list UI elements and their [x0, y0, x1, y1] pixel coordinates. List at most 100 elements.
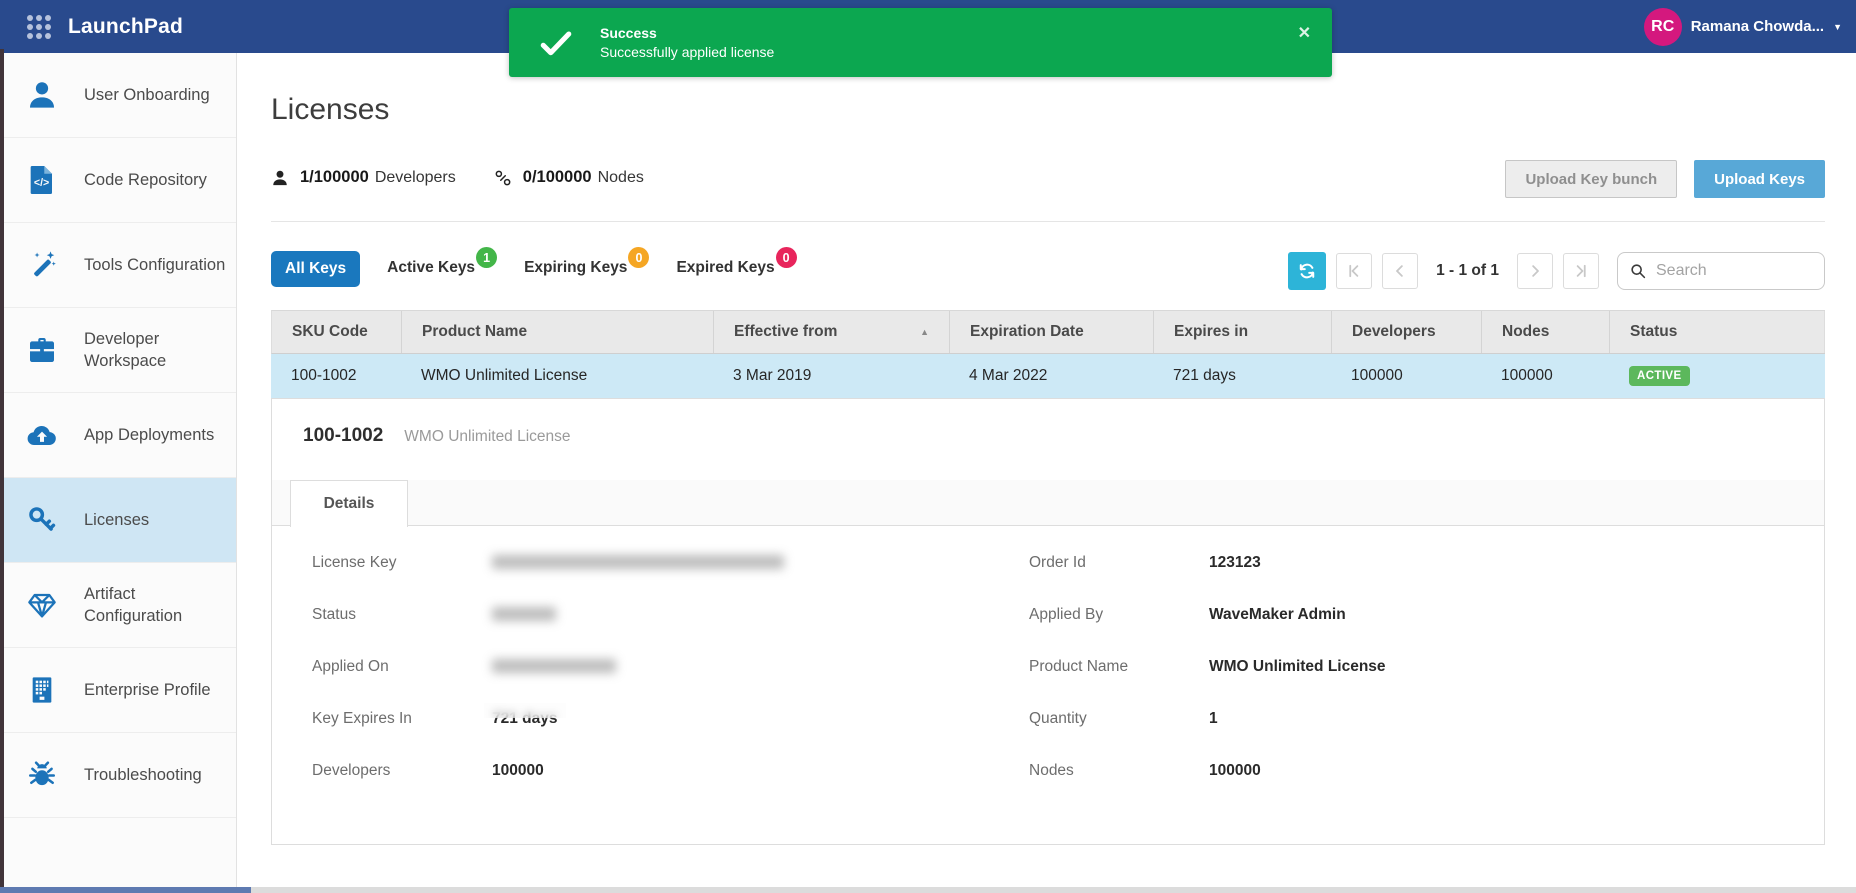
field-nodes: Nodes100000 [1029, 760, 1386, 781]
tools-configuration-icon [26, 249, 58, 281]
last-page-button[interactable] [1563, 253, 1599, 289]
prev-page-button[interactable] [1382, 253, 1418, 289]
apps-grid-icon[interactable] [27, 15, 51, 39]
redacted-value [492, 659, 616, 673]
stat-label: Developers [375, 169, 456, 187]
header-actions: Upload Key bunch Upload Keys [1505, 160, 1825, 198]
tab-all-keys[interactable]: All Keys [271, 251, 360, 287]
column-header-status[interactable]: Status [1610, 311, 1825, 353]
search-box [1617, 252, 1825, 290]
sidebar-item-code-repository[interactable]: </> Code Repository [0, 138, 236, 223]
field-value: 1 [1209, 710, 1218, 728]
table-cell: 4 Mar 2022 [949, 367, 1153, 385]
developers-icon [271, 169, 289, 187]
sidebar-item-label: App Deployments [84, 424, 226, 446]
sidebar-item-enterprise-profile[interactable]: Enterprise Profile [0, 648, 236, 733]
detail-sku: 100-1002 [303, 425, 383, 447]
sidebar-item-label: Code Repository [84, 169, 226, 191]
column-header-expires-in[interactable]: Expires in [1154, 311, 1332, 353]
sidebar-item-tools-configuration[interactable]: Tools Configuration [0, 223, 236, 308]
field-order-id: Order Id123123 [1029, 552, 1386, 573]
redacted-value [492, 607, 556, 621]
column-header-developers[interactable]: Developers [1332, 311, 1482, 353]
redacted-value [492, 555, 784, 569]
search-input[interactable] [1656, 262, 1813, 280]
list-controls: 1 - 1 of 1 [1288, 252, 1825, 290]
artifact-configuration-icon [26, 589, 58, 621]
column-header-sku-code[interactable]: SKU Code [272, 311, 402, 353]
column-header-label: Nodes [1502, 323, 1549, 341]
sidebar-item-user-onboarding[interactable]: User Onboarding [0, 53, 236, 138]
user-menu[interactable]: RC Ramana Chowda... ▼ [1644, 0, 1842, 53]
field-key-expires-in: Key Expires In721 days [312, 708, 784, 729]
toast-success: Success Successfully applied license ✕ [509, 8, 1332, 77]
troubleshooting-icon [26, 759, 58, 791]
field-label: Applied On [312, 658, 492, 676]
toast-title: Success [600, 24, 774, 43]
field-value [492, 554, 784, 572]
sidebar-item-label: Tools Configuration [84, 254, 226, 276]
horizontal-scrollbar-thumb[interactable] [0, 887, 251, 893]
toast-message: Successfully applied license [600, 43, 774, 62]
field-label: Applied By [1029, 606, 1209, 624]
tab-details[interactable]: Details [290, 480, 408, 527]
table-cell: 100000 [1331, 367, 1481, 385]
sidebar-item-label: Licenses [84, 509, 226, 531]
detail-product-name: WMO Unlimited License [404, 428, 570, 446]
tab-active-keys[interactable]: Active Keys1 [387, 251, 497, 277]
sidebar-item-licenses[interactable]: Licenses [0, 478, 236, 563]
field-applied-by: Applied ByWaveMaker Admin [1029, 604, 1386, 625]
field-value [492, 658, 616, 676]
column-header-label: Product Name [422, 323, 527, 341]
tab-badge: 1 [476, 247, 497, 268]
enterprise-profile-icon [26, 674, 58, 706]
sidebar-item-label: User Onboarding [84, 84, 226, 106]
stat-developers: 1/100000 Developers [271, 168, 456, 187]
page-title: Licenses [271, 93, 389, 127]
column-header-product-name[interactable]: Product Name [402, 311, 714, 353]
tab-badge: 0 [776, 247, 797, 268]
user-onboarding-icon [26, 79, 58, 111]
refresh-button[interactable] [1288, 252, 1326, 290]
tab-label: Active Keys [387, 251, 475, 277]
tab-expiring-keys[interactable]: Expiring Keys0 [524, 251, 649, 277]
detail-fields: License KeyStatusApplied OnKey Expires I… [272, 527, 1824, 844]
sidebar-item-developer-workspace[interactable]: Developer Workspace [0, 308, 236, 393]
close-icon[interactable]: ✕ [1298, 26, 1311, 42]
sidebar-item-artifact-configuration[interactable]: Artifact Configuration [0, 563, 236, 648]
tab-label: All Keys [285, 251, 346, 287]
sidebar-item-label: Artifact Configuration [84, 583, 226, 627]
field-developers: Developers100000 [312, 760, 784, 781]
app-title: LaunchPad [68, 15, 183, 39]
column-header-expiration-date[interactable]: Expiration Date [950, 311, 1154, 353]
table-cell: 721 days [1153, 367, 1331, 385]
field-label: Developers [312, 762, 492, 780]
column-header-nodes[interactable]: Nodes [1482, 311, 1610, 353]
code-repository-icon: </> [26, 164, 58, 196]
toast-text: Success Successfully applied license [600, 24, 774, 62]
tab-expired-keys[interactable]: Expired Keys0 [676, 251, 796, 277]
column-header-label: Expiration Date [970, 323, 1084, 341]
sidebar-item-label: Developer Workspace [84, 328, 226, 372]
field-label: Product Name [1029, 658, 1209, 676]
horizontal-scrollbar [0, 887, 1856, 893]
first-page-button[interactable] [1336, 253, 1372, 289]
detail-column-left: License KeyStatusApplied OnKey Expires I… [312, 552, 784, 812]
tab-label: Expiring Keys [524, 251, 627, 277]
column-header-label: Developers [1352, 323, 1436, 341]
upload-key-bunch-button[interactable]: Upload Key bunch [1505, 160, 1677, 198]
stat-value: 1/100000 [300, 168, 369, 187]
tab-label: Expired Keys [676, 251, 774, 277]
next-page-button[interactable] [1517, 253, 1553, 289]
upload-keys-button[interactable]: Upload Keys [1694, 160, 1825, 198]
header-divider [271, 221, 1825, 222]
sidebar-item-troubleshooting[interactable]: Troubleshooting [0, 733, 236, 818]
field-license-key: License Key [312, 552, 784, 573]
column-header-label: Expires in [1174, 323, 1248, 341]
check-icon [538, 25, 574, 61]
first-page-icon [1345, 262, 1363, 280]
window-left-edge [0, 49, 4, 893]
table-row[interactable]: 100-1002WMO Unlimited License3 Mar 20194… [271, 354, 1825, 398]
column-header-effective-from[interactable]: Effective from▲ [714, 311, 950, 353]
sidebar-item-app-deployments[interactable]: App Deployments [0, 393, 236, 478]
